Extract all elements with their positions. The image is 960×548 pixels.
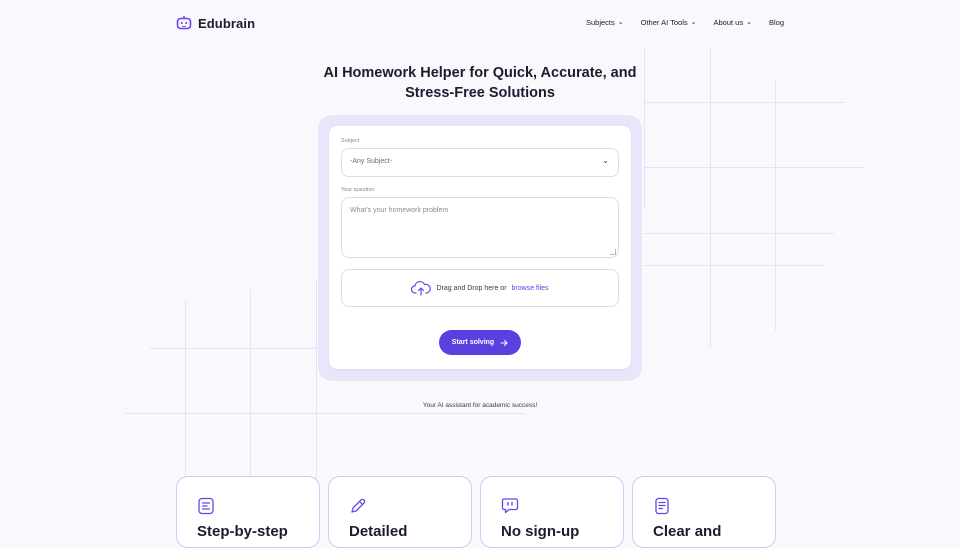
start-solving-button[interactable]: Start solving bbox=[439, 330, 521, 355]
grid-line bbox=[185, 300, 186, 480]
nav-about-us[interactable]: About us ⌄ bbox=[714, 18, 752, 27]
tagline: Your AI assistant for academic success! bbox=[422, 402, 538, 409]
brand-logo[interactable]: Edubrain bbox=[176, 15, 255, 31]
robot-logo-icon bbox=[176, 16, 192, 30]
pencil-icon bbox=[351, 498, 366, 513]
feature-card: Detailed bbox=[328, 476, 472, 548]
grid-line bbox=[316, 280, 317, 480]
grid-line bbox=[125, 413, 525, 414]
nav-blog[interactable]: Blog bbox=[769, 18, 784, 27]
browse-files-link[interactable]: browse files bbox=[512, 285, 549, 292]
subject-select[interactable]: -Any Subject- ⌄ bbox=[341, 148, 619, 177]
file-drop-zone[interactable]: Drag and Drop here or browse files bbox=[341, 269, 619, 307]
chevron-down-icon: ⌄ bbox=[746, 18, 752, 26]
list-icon bbox=[198, 497, 214, 515]
nav-label: Subjects bbox=[585, 18, 615, 27]
feature-card: Step-by-step bbox=[176, 476, 320, 548]
upload-text: Drag and Drop here or bbox=[436, 284, 507, 292]
feature-card: No sign-up bbox=[480, 476, 624, 548]
feature-title: Clear and bbox=[653, 523, 722, 540]
grid-line bbox=[775, 80, 776, 330]
title-line-2: Stress-Free Solutions bbox=[405, 85, 555, 101]
feature-title: Step-by-step bbox=[197, 523, 288, 540]
feature-card: Clear and bbox=[632, 476, 776, 548]
chevron-down-icon: ⌄ bbox=[602, 156, 609, 165]
site-header: Edubrain Subjects ⌄ Other AI Tools ⌄ Abo… bbox=[0, 0, 960, 46]
question-label: Your question bbox=[341, 187, 375, 193]
subject-label: Subject bbox=[341, 138, 360, 144]
grid-line bbox=[644, 265, 824, 266]
nav-other-ai-tools[interactable]: Other AI Tools ⌄ bbox=[641, 18, 697, 27]
nav-label: Blog bbox=[768, 18, 784, 27]
main-nav: Subjects ⌄ Other AI Tools ⌄ About us ⌄ B… bbox=[586, 18, 784, 27]
arrow-right-icon bbox=[500, 339, 508, 346]
chevron-down-icon: ⌄ bbox=[617, 18, 624, 26]
question-input[interactable]: What's your homework problem bbox=[341, 197, 619, 258]
page-title: AI Homework Helper for Quick, Accurate, … bbox=[0, 63, 960, 103]
nav-label: Other AI Tools bbox=[640, 18, 688, 27]
resize-handle[interactable] bbox=[610, 249, 616, 255]
grid-line bbox=[250, 290, 251, 480]
title-line-1: AI Homework Helper for Quick, Accurate, … bbox=[323, 65, 637, 81]
subject-select-value: -Any Subject- bbox=[350, 158, 393, 165]
grid-line bbox=[644, 167, 864, 168]
document-icon bbox=[655, 497, 669, 515]
cloud-upload-icon bbox=[411, 281, 432, 296]
button-label: Start solving bbox=[451, 339, 495, 346]
quote-chat-icon bbox=[501, 498, 519, 514]
nav-subjects[interactable]: Subjects ⌄ bbox=[586, 18, 624, 27]
grid-line bbox=[644, 233, 834, 234]
feature-title: No sign-up bbox=[501, 523, 580, 540]
grid-line bbox=[150, 348, 316, 349]
nav-label: About us bbox=[713, 18, 744, 27]
chevron-down-icon: ⌄ bbox=[690, 18, 697, 26]
brand-name: Edubrain bbox=[198, 15, 256, 31]
homework-form: Subject -Any Subject- ⌄ Your question Wh… bbox=[329, 126, 631, 369]
feature-title: Detailed bbox=[349, 523, 408, 540]
question-placeholder: What's your homework problem bbox=[350, 207, 449, 214]
homework-form-container: Subject -Any Subject- ⌄ Your question Wh… bbox=[318, 115, 642, 381]
